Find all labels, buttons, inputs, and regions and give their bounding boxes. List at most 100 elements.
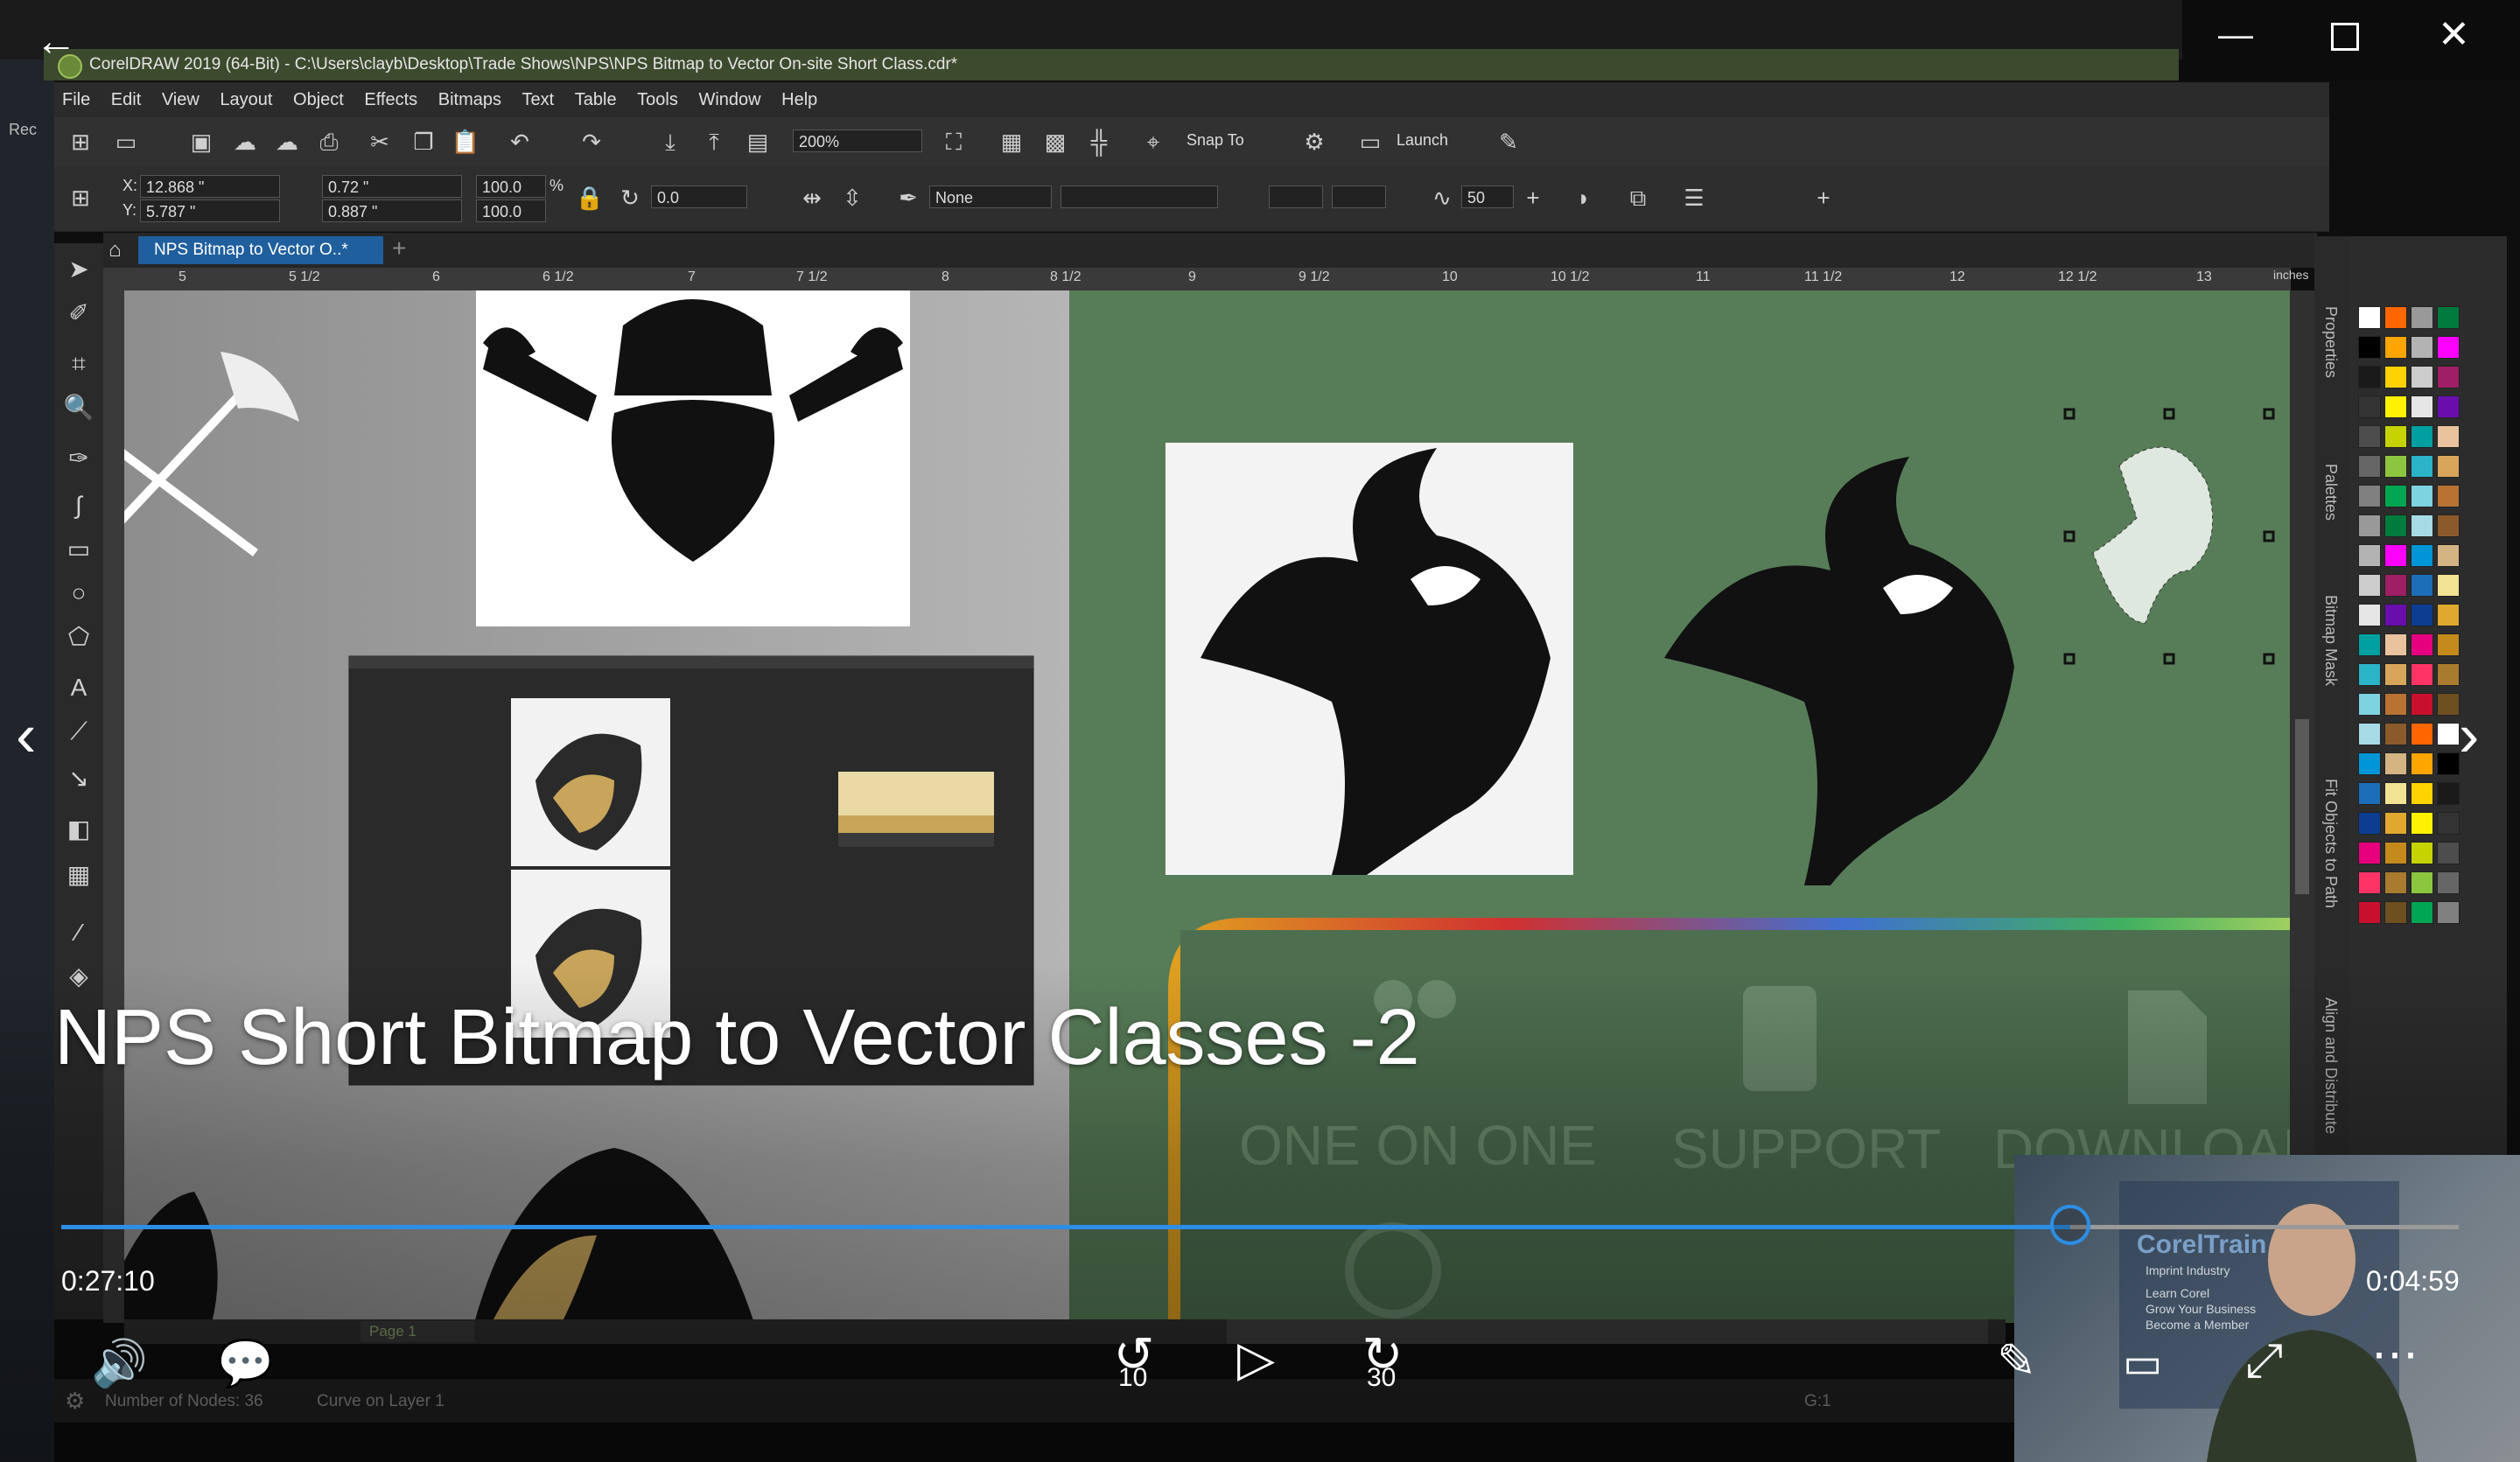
close-curve-icon[interactable]: ◗	[1568, 182, 1600, 213]
play-icon[interactable]: ▷	[1237, 1330, 1275, 1388]
color-swatch[interactable]	[2384, 871, 2407, 894]
docker-tab-align-distribute[interactable]: Align and Distribute	[2321, 997, 2340, 1134]
color-swatch[interactable]	[2384, 842, 2407, 864]
color-swatch[interactable]	[2437, 574, 2460, 597]
text-tool-icon[interactable]: A	[63, 672, 94, 703]
color-swatch[interactable]	[2411, 633, 2433, 656]
start-arrow-dropdown[interactable]	[1269, 185, 1323, 208]
export-cloud-icon[interactable]: ☁	[271, 126, 303, 157]
menu-effects[interactable]: Effects	[364, 82, 417, 117]
color-swatch[interactable]	[2437, 604, 2460, 626]
skip-forward-button[interactable]: ↻ 30	[1354, 1330, 1410, 1393]
color-swatch[interactable]	[2437, 514, 2460, 537]
color-swatch[interactable]	[2358, 871, 2381, 894]
snap-to-dropdown[interactable]: Snap To	[1186, 131, 1244, 150]
menu-file[interactable]: File	[62, 82, 90, 117]
menu-tools[interactable]: Tools	[637, 82, 678, 117]
redo-icon[interactable]: ↷	[576, 126, 607, 157]
color-swatch[interactable]	[2437, 901, 2460, 924]
seek-bar-thumb[interactable]	[2050, 1205, 2091, 1245]
open-folder-icon[interactable]: ▭	[110, 126, 142, 157]
color-swatch[interactable]	[2358, 485, 2381, 507]
color-swatch[interactable]	[2437, 871, 2460, 894]
color-swatch[interactable]	[2358, 842, 2381, 864]
fullscreen-icon[interactable]: ⤢	[2245, 1333, 2283, 1389]
show-grid-icon[interactable]: ▩	[1040, 126, 1071, 157]
mirror-vertical-icon[interactable]: ⇳	[836, 182, 868, 213]
color-swatch[interactable]	[2384, 336, 2407, 359]
menu-window[interactable]: Window	[698, 82, 760, 117]
left-ruler[interactable]	[103, 290, 124, 1323]
color-swatch[interactable]	[2358, 425, 2381, 448]
color-swatch[interactable]	[2384, 544, 2407, 567]
color-swatch[interactable]	[2411, 663, 2433, 686]
color-swatch[interactable]	[2437, 633, 2460, 656]
color-swatch[interactable]	[2437, 752, 2460, 775]
color-swatch[interactable]	[2411, 425, 2433, 448]
height-field[interactable]: 0.887 "	[322, 199, 462, 222]
color-swatch[interactable]	[2384, 455, 2407, 478]
color-swatch[interactable]	[2411, 306, 2433, 329]
back-arrow-icon[interactable]: ←	[35, 17, 77, 66]
color-swatch[interactable]	[2437, 336, 2460, 359]
add-node-icon[interactable]: +	[1517, 182, 1549, 213]
transparency-icon[interactable]: ▦	[63, 859, 94, 891]
color-swatch[interactable]	[2384, 306, 2407, 329]
color-swatch[interactable]	[2384, 723, 2407, 745]
color-swatch[interactable]	[2358, 514, 2381, 537]
shape-tool-icon[interactable]: ✐	[63, 297, 94, 329]
save-icon[interactable]: ▣	[186, 126, 217, 157]
color-swatch[interactable]	[2384, 633, 2407, 656]
horizontal-scrollbar[interactable]	[1227, 1319, 1988, 1344]
color-swatch[interactable]	[2437, 723, 2460, 745]
color-swatch[interactable]	[2411, 395, 2433, 418]
color-swatch[interactable]	[2384, 366, 2407, 388]
mini-view-icon[interactable]: ▭	[2123, 1339, 2162, 1388]
scale-width-field[interactable]: 100.0	[476, 175, 546, 198]
color-swatch[interactable]	[2384, 693, 2407, 716]
color-swatch[interactable]	[2437, 663, 2460, 686]
next-chevron-icon[interactable]: ›	[2459, 700, 2479, 770]
menu-bitmaps[interactable]: Bitmaps	[438, 82, 501, 117]
color-swatch[interactable]	[2411, 485, 2433, 507]
print-icon[interactable]: ⎙	[313, 126, 345, 157]
y-position-field[interactable]: 5.787 "	[140, 199, 280, 222]
color-swatch[interactable]	[2411, 782, 2433, 805]
color-swatch[interactable]	[2411, 574, 2433, 597]
color-swatch[interactable]	[2358, 336, 2381, 359]
publish-pdf-icon[interactable]: ▤	[742, 126, 774, 157]
pen-tool-icon[interactable]: ✎	[1493, 126, 1524, 157]
color-swatch[interactable]	[2411, 812, 2433, 835]
color-swatch[interactable]	[2384, 782, 2407, 805]
color-swatch[interactable]	[2437, 544, 2460, 567]
line-style-dropdown[interactable]	[1060, 185, 1218, 208]
color-swatch[interactable]	[2437, 395, 2460, 418]
curve-smoothing-field[interactable]: 50	[1461, 185, 1514, 208]
color-swatch[interactable]	[2411, 544, 2433, 567]
color-swatch[interactable]	[2411, 604, 2433, 626]
eyedropper-icon[interactable]: ⁄	[63, 917, 94, 948]
align-icon[interactable]: ☰	[1678, 182, 1710, 213]
color-swatch[interactable]	[2411, 871, 2433, 894]
rotation-field[interactable]: 0.0	[651, 185, 747, 208]
menu-object[interactable]: Object	[293, 82, 344, 117]
minimize-icon[interactable]: —	[2218, 16, 2253, 55]
copy-icon[interactable]: ❐	[408, 126, 439, 157]
artistic-media-icon[interactable]: ∫	[63, 490, 94, 521]
canvas-left-area[interactable]	[124, 290, 1069, 1323]
launch-app-icon[interactable]: ▭	[1354, 126, 1386, 157]
top-ruler[interactable]: 5 5 1/2 6 6 1/2 7 7 1/2 8 8 1/2 9 9 1/2 …	[103, 268, 2308, 290]
color-swatch[interactable]	[2358, 544, 2381, 567]
show-guidelines-icon[interactable]: ╬	[1083, 126, 1115, 157]
menu-edit[interactable]: Edit	[111, 82, 141, 117]
pick-tool-icon[interactable]: ➤	[63, 254, 94, 285]
interactive-fill-icon[interactable]: ◈	[63, 961, 94, 992]
close-icon[interactable]: ✕	[2438, 12, 2470, 57]
menu-layout[interactable]: Layout	[220, 82, 272, 117]
color-swatch[interactable]	[2411, 842, 2433, 864]
launch-dropdown[interactable]: Launch	[1396, 131, 1448, 150]
color-swatch[interactable]	[2411, 723, 2433, 745]
lock-ratio-icon[interactable]: 🔒	[574, 182, 606, 213]
color-swatch[interactable]	[2358, 455, 2381, 478]
color-swatch[interactable]	[2411, 752, 2433, 775]
